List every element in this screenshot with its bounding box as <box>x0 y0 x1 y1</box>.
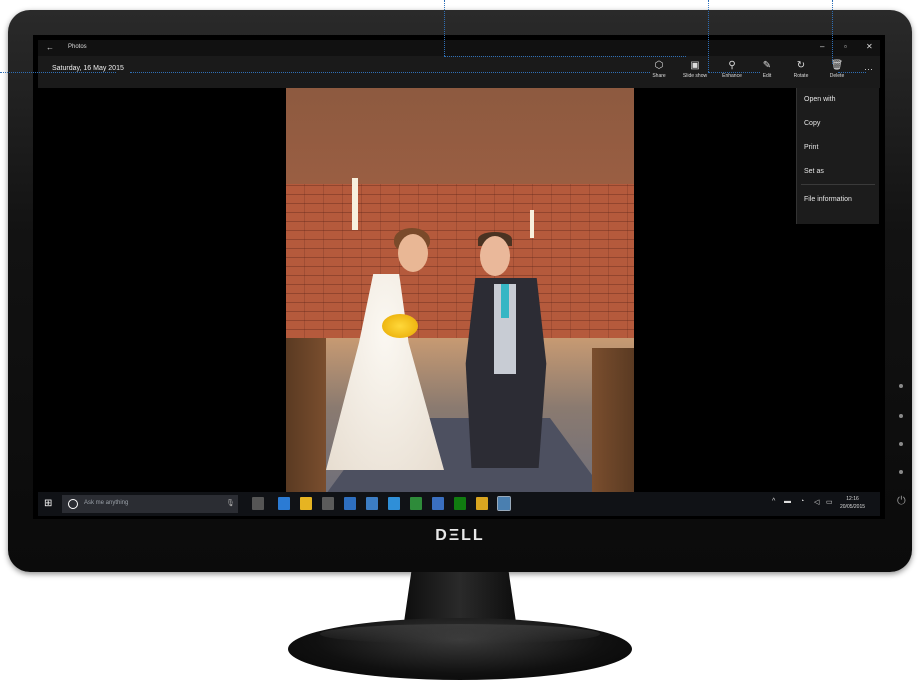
rotate-button[interactable]: ↻ Rotate <box>784 59 818 87</box>
delete-label: Delete <box>829 73 845 79</box>
callout-line <box>130 72 650 73</box>
close-icon[interactable]: ✕ <box>866 42 873 51</box>
photos-app-icon[interactable] <box>497 496 511 511</box>
clock-date: 20/05/2015 <box>840 504 866 510</box>
maximize-icon[interactable]: ▫ <box>844 42 847 51</box>
calendar-icon[interactable] <box>432 497 444 510</box>
callout-line <box>444 56 686 57</box>
callout-line <box>708 0 709 72</box>
xbox-icon[interactable] <box>454 497 466 510</box>
dell-logo: DΞLL <box>435 527 485 544</box>
share-label: Share <box>652 73 666 79</box>
file-explorer-icon[interactable] <box>300 497 312 510</box>
rotate-icon: ↻ <box>796 60 806 71</box>
network-icon[interactable]: ◔ <box>800 498 804 505</box>
delete-icon: 🗑 <box>830 60 844 71</box>
more-options-menu: Open with Copy Print Set as File informa… <box>796 88 879 224</box>
battery-icon[interactable]: ▬ <box>784 498 791 505</box>
menu-item-copy[interactable]: Copy <box>804 120 820 127</box>
photo-date: Saturday, 16 May 2015 <box>52 65 124 72</box>
edge-icon[interactable] <box>278 497 290 510</box>
candle <box>530 210 534 238</box>
edit-icon: ✎ <box>762 60 772 71</box>
tray-overflow-icon[interactable]: ^ <box>772 498 775 505</box>
cortana-icon <box>68 499 78 509</box>
word-icon[interactable] <box>388 497 400 510</box>
search-placeholder: Ask me anything <box>84 500 129 506</box>
enhance-button[interactable]: ⚲ Enhance <box>715 59 749 87</box>
notification-icon[interactable]: ▭ <box>826 498 833 506</box>
volume-icon[interactable]: ◁ <box>814 498 819 506</box>
slideshow-icon: ▣ <box>690 60 700 71</box>
menu-divider <box>801 184 875 185</box>
monitor-button[interactable] <box>899 442 903 446</box>
wall-sculpture <box>286 88 634 184</box>
share-icon: ⬡ <box>654 60 664 71</box>
clock-time: 12:16 <box>846 496 859 502</box>
taskbar: ⊞ Ask me anything 🎙 ^ ▬ ◔ ◁ ▭ 12:16 20/0… <box>38 492 880 516</box>
share-button[interactable]: ⬡ Share <box>642 59 676 87</box>
outlook-icon[interactable] <box>344 497 356 510</box>
monitor-button[interactable] <box>899 384 903 388</box>
groom-face <box>480 236 510 276</box>
bride-face <box>398 234 428 272</box>
title-bar: ← Photos – ▫ ✕ <box>38 40 880 56</box>
bouquet <box>382 314 418 338</box>
folder-icon[interactable] <box>476 497 488 510</box>
pew-right <box>592 348 634 494</box>
slideshow-label: Slide show <box>682 73 708 79</box>
microphone-icon[interactable]: 🎙 <box>226 499 235 507</box>
excel-icon[interactable] <box>410 497 422 510</box>
callout-line <box>0 72 116 73</box>
monitor-button[interactable] <box>899 414 903 418</box>
callout-line <box>444 0 445 56</box>
windows-start-icon[interactable]: ⊞ <box>44 498 52 509</box>
edit-button[interactable]: ✎ Edit <box>750 59 784 87</box>
app-title: Photos <box>68 44 87 50</box>
callout-line <box>708 72 760 73</box>
power-icon[interactable]: ⏻ <box>897 496 907 507</box>
screen: ← Photos – ▫ ✕ Saturday, 16 May 2015 ⬡ S… <box>38 40 880 516</box>
cortana-search-box[interactable]: Ask me anything 🎙 <box>62 495 238 513</box>
task-view-icon[interactable] <box>252 497 264 510</box>
menu-item-file-information[interactable]: File information <box>804 196 852 203</box>
slideshow-button[interactable]: ▣ Slide show <box>678 59 712 87</box>
wedding-photo[interactable] <box>286 88 634 494</box>
menu-item-print[interactable]: Print <box>804 144 818 151</box>
menu-item-set-as[interactable]: Set as <box>804 168 824 175</box>
pew-left <box>286 338 326 494</box>
callout-line <box>838 72 866 73</box>
minimize-icon[interactable]: – <box>820 42 824 51</box>
delete-button[interactable]: 🗑 Delete <box>820 59 854 87</box>
monitor-button[interactable] <box>899 470 903 474</box>
callout-line <box>832 0 833 64</box>
candle <box>352 178 358 230</box>
people-icon[interactable] <box>366 497 378 510</box>
edit-label: Edit <box>762 73 772 79</box>
groom-tie <box>501 284 509 318</box>
stand-highlight <box>320 624 600 644</box>
clock[interactable]: 12:16 20/05/2015 <box>840 495 865 511</box>
enhance-icon: ⚲ <box>728 60 736 71</box>
store-icon[interactable] <box>322 497 334 510</box>
rotate-label: Rotate <box>793 73 809 79</box>
menu-item-open-with[interactable]: Open with <box>804 96 836 103</box>
enhance-label: Enhance <box>722 73 742 79</box>
back-arrow-icon[interactable]: ← <box>46 43 54 52</box>
